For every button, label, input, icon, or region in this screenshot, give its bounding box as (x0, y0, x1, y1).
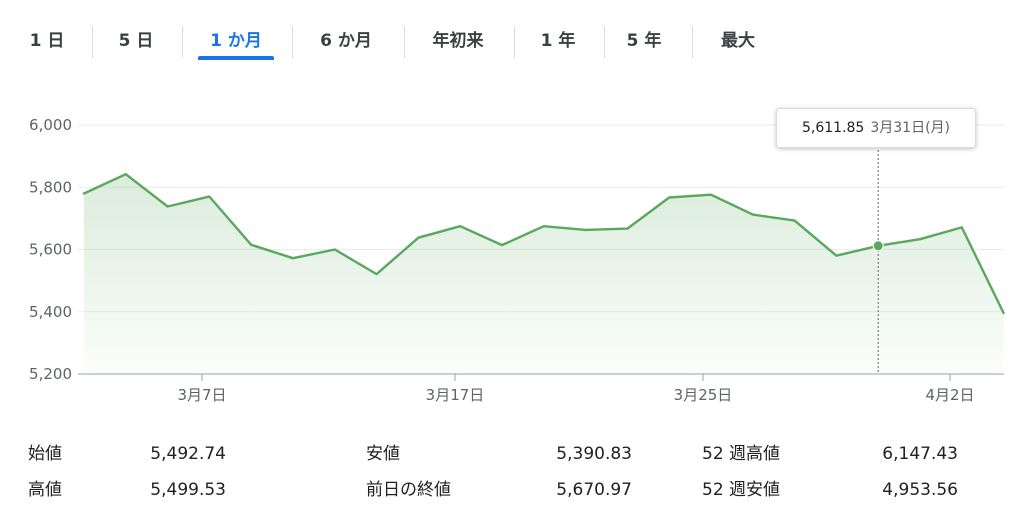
series-area-fill (84, 174, 1004, 374)
hover-point (872, 240, 884, 252)
stat-low-label: 安値 (366, 444, 400, 464)
stat-high-label: 高値 (28, 480, 62, 500)
tooltip-date: 3月31日(月) (870, 120, 950, 136)
stat-low-value: 5,390.83 (556, 444, 632, 464)
x-tick-label: 3月17日 (426, 386, 485, 404)
y-tick-label: 5,600 (29, 241, 72, 259)
price-chart: 6,000 5,800 5,600 5,400 5,200 3月7日 3月17日 3月25日 4… (29, 116, 1005, 404)
stat-high-value: 5,499.53 (150, 480, 226, 500)
y-tick-label: 6,000 (29, 116, 72, 134)
stat-open-label: 始値 (28, 444, 62, 464)
y-tick-label: 5,200 (29, 365, 72, 383)
stat-52w-high-label: 52 週高値 (702, 444, 781, 464)
y-tick-label: 5,800 (29, 178, 72, 196)
x-tick-label: 4月2日 (925, 386, 974, 404)
x-tick-label: 3月7日 (177, 386, 226, 404)
stat-52w-low-label: 52 週安値 (702, 480, 781, 500)
stat-prev-close-label: 前日の終値 (366, 480, 451, 500)
stat-52w-low-value: 4,953.56 (882, 480, 958, 500)
stats-table: 始値 5,492.74 高値 5,499.53 安値 5,390.83 前日の終… (0, 436, 1024, 516)
stat-prev-close-value: 5,670.97 (556, 480, 632, 500)
stat-open-value: 5,492.74 (150, 444, 226, 464)
chart-tooltip: 5,611.85 3月31日(月) (776, 108, 976, 148)
tooltip-value: 5,611.85 (802, 120, 865, 136)
y-tick-label: 5,400 (29, 303, 72, 321)
x-tick-label: 3月25日 (674, 386, 733, 404)
stat-52w-high-value: 6,147.43 (882, 444, 958, 464)
